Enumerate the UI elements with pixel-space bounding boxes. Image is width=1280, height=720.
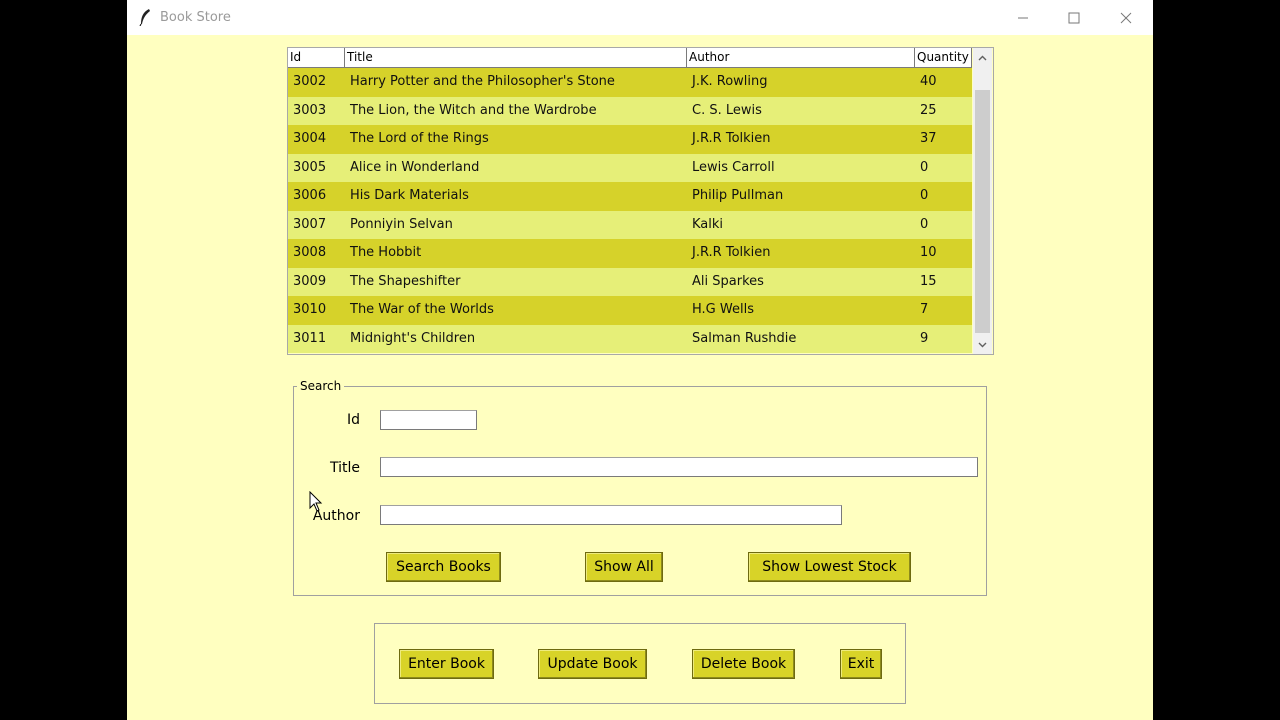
cell-author: Philip Pullman: [692, 188, 784, 203]
cell-quantity: 0: [920, 159, 929, 175]
table-row[interactable]: 3011 Midnight's Children Salman Rushdie 9: [288, 324, 972, 353]
close-button[interactable]: [1101, 0, 1151, 35]
search-frame-legend: Search: [297, 379, 345, 393]
search-books-button[interactable]: Search Books: [386, 552, 501, 582]
enter-book-button[interactable]: Enter Book: [399, 649, 494, 679]
cell-title: His Dark Materials: [350, 188, 469, 203]
cell-quantity: 9: [920, 330, 929, 346]
column-header-id[interactable]: Id: [288, 48, 345, 67]
cell-id: 3009: [293, 273, 327, 289]
table-row[interactable]: 3009 The Shapeshifter Ali Sparkes 15: [288, 267, 972, 296]
cell-author: J.K. Rowling: [692, 74, 768, 89]
table-row[interactable]: 3003 The Lion, the Witch and the Wardrobe…: [288, 96, 972, 125]
cell-id: 3005: [293, 159, 327, 175]
table-scrollbar[interactable]: [973, 48, 992, 354]
table-row[interactable]: 3008 The Hobbit J.R.R Tolkien 10: [288, 239, 972, 268]
cell-title: The Hobbit: [350, 245, 422, 260]
maximize-button[interactable]: [1049, 0, 1099, 35]
chevron-up-icon: [978, 55, 987, 60]
scroll-down-button[interactable]: [973, 335, 992, 354]
table-row[interactable]: 3010 The War of the Worlds H.G Wells 7: [288, 296, 972, 325]
cell-author: J.R.R Tolkien: [692, 131, 771, 146]
cell-title: Alice in Wonderland: [350, 159, 480, 175]
cell-quantity: 15: [920, 273, 937, 289]
books-table[interactable]: Id Title Author Quantity 3002 Harry Potte…: [287, 47, 994, 355]
cell-id: 3010: [293, 302, 327, 317]
author-input[interactable]: [380, 505, 842, 525]
mouse-cursor-icon: [309, 491, 323, 512]
title-input[interactable]: [380, 457, 978, 477]
book-store-window: Book Store Id Title Author Quantity 3002…: [127, 0, 1153, 720]
scroll-thumb[interactable]: [975, 90, 990, 333]
cell-author: J.R.R Tolkien: [692, 245, 771, 260]
show-all-button[interactable]: Show All: [585, 552, 663, 582]
cell-quantity: 37: [920, 131, 937, 146]
table-row[interactable]: 3007 Ponniyin Selvan Kalki 0: [288, 210, 972, 239]
column-header-author[interactable]: Author: [687, 48, 915, 67]
cell-id: 3004: [293, 131, 327, 146]
title-bar: Book Store: [127, 0, 1153, 35]
cell-author: Salman Rushdie: [692, 330, 797, 346]
cell-quantity: 0: [920, 188, 929, 203]
table-row[interactable]: 3004 The Lord of the Rings J.R.R Tolkien 37: [288, 125, 972, 154]
show-lowest-stock-button[interactable]: Show Lowest Stock: [748, 552, 911, 582]
cell-title: The Shapeshifter: [350, 273, 461, 289]
table-header: Id Title Author Quantity: [288, 48, 972, 68]
cell-id: 3006: [293, 188, 327, 203]
cell-id: 3008: [293, 245, 327, 260]
cell-author: C. S. Lewis: [692, 102, 762, 118]
cell-author: Lewis Carroll: [692, 159, 775, 175]
cell-title: Harry Potter and the Philosopher's Stone: [350, 74, 615, 89]
column-header-title[interactable]: Title: [345, 48, 687, 67]
cell-title: The War of the Worlds: [350, 302, 494, 317]
id-label: Id: [346, 412, 360, 428]
feather-icon: [139, 9, 150, 26]
table-row[interactable]: 3006 His Dark Materials Philip Pullman 0: [288, 182, 972, 211]
table-body: 3002 Harry Potter and the Philosopher's S…: [288, 68, 972, 353]
delete-book-button[interactable]: Delete Book: [692, 649, 795, 679]
cell-title: The Lion, the Witch and the Wardrobe: [350, 102, 597, 118]
window-title: Book Store: [160, 10, 231, 25]
cell-title: The Lord of the Rings: [350, 131, 489, 146]
cell-quantity: 40: [920, 74, 937, 89]
minimize-button[interactable]: [998, 0, 1048, 35]
cell-quantity: 10: [920, 245, 937, 260]
scroll-up-button[interactable]: [973, 48, 992, 67]
cell-id: 3007: [293, 216, 327, 232]
id-input[interactable]: [380, 410, 477, 430]
maximize-icon: [1068, 12, 1080, 23]
cell-author: Kalki: [692, 216, 724, 232]
column-header-quantity[interactable]: Quantity: [915, 48, 972, 67]
cell-author: Ali Sparkes: [692, 273, 764, 289]
cell-id: 3002: [293, 74, 327, 89]
title-label: Title: [329, 460, 360, 476]
cell-id: 3003: [293, 102, 327, 118]
cell-id: 3011: [293, 330, 327, 346]
minimize-icon: [1018, 17, 1028, 18]
table-row[interactable]: 3005 Alice in Wonderland Lewis Carroll 0: [288, 153, 972, 182]
cell-quantity: 7: [920, 302, 929, 317]
cell-title: Midnight's Children: [350, 330, 476, 346]
cell-author: H.G Wells: [692, 302, 754, 317]
table-row[interactable]: 3002 Harry Potter and the Philosopher's S…: [288, 68, 972, 97]
chevron-down-icon: [978, 342, 987, 347]
close-icon: [1120, 12, 1132, 23]
cell-title: Ponniyin Selvan: [350, 216, 453, 232]
update-book-button[interactable]: Update Book: [538, 649, 647, 679]
exit-button[interactable]: Exit: [840, 649, 882, 679]
cell-quantity: 25: [920, 102, 937, 118]
cell-quantity: 0: [920, 216, 929, 232]
